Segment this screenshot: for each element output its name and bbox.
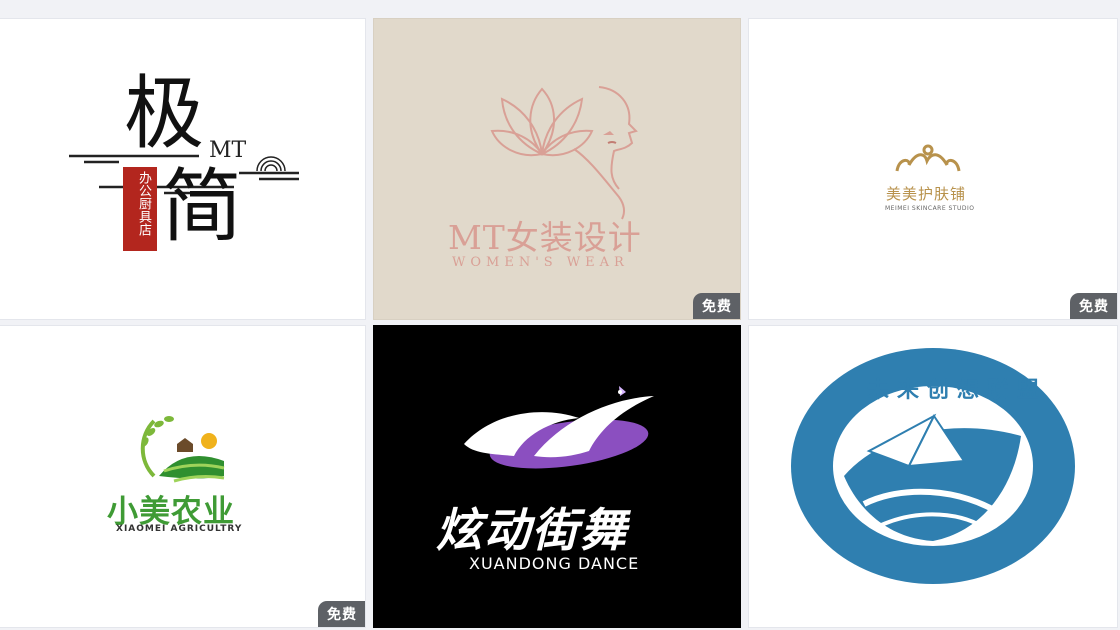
- future-subtitle: FUTURE INNOVATION ALLIANCE: [847, 581, 1042, 617]
- jijian-char-bottom: 简: [162, 160, 242, 253]
- crown-icon: [895, 144, 961, 172]
- template-grid: 极 简 MT 办公厨具店 MT女装设计 WOMEN'S WEAR 免费 美美护肤…: [0, 0, 1120, 630]
- meimei-subtitle: MEIMEI SKINCARE STUDIO: [885, 205, 975, 212]
- farm-field-icon: [140, 416, 225, 483]
- lotus-face-icon: [490, 86, 638, 220]
- jijian-char-top: 极: [124, 67, 204, 160]
- template-card-future-alliance[interactable]: 未来创想联盟 FUTURE INNOVATION ALLIANCE: [748, 325, 1118, 628]
- dance-swoosh-icon: [464, 386, 654, 469]
- womens-wear-subtitle: WOMEN'S WEAR: [452, 255, 629, 270]
- template-card-xiaomei-agriculture[interactable]: 小美农业 XIAOMEI AGRICULTRY 免费: [0, 325, 366, 628]
- template-card-jijian[interactable]: 极 简 MT 办公厨具店: [0, 18, 366, 320]
- template-card-meimei-skincare[interactable]: 美美护肤铺 MEIMEI SKINCARE STUDIO 免费: [748, 18, 1118, 320]
- template-card-womens-wear[interactable]: MT女装设计 WOMEN'S WEAR 免费: [373, 18, 741, 320]
- template-card-xuandong-dance[interactable]: 炫动街舞 XUANDONG DANCE: [373, 325, 741, 628]
- jijian-seal: 办公厨具店: [136, 171, 151, 236]
- jijian-mt: MT: [209, 138, 247, 163]
- free-badge: 免费: [693, 293, 740, 319]
- womens-wear-title: MT女装设计: [448, 218, 642, 257]
- xuandong-title: 炫动街舞: [436, 503, 628, 557]
- xiaomei-subtitle: XIAOMEI AGRICULTRY: [116, 524, 243, 534]
- xuandong-subtitle: XUANDONG DANCE: [469, 554, 640, 573]
- meimei-title: 美美护肤铺: [886, 185, 967, 203]
- free-badge: 免费: [318, 601, 365, 627]
- future-title: 未来创想联盟: [867, 378, 1048, 403]
- free-badge: 免费: [1070, 293, 1117, 319]
